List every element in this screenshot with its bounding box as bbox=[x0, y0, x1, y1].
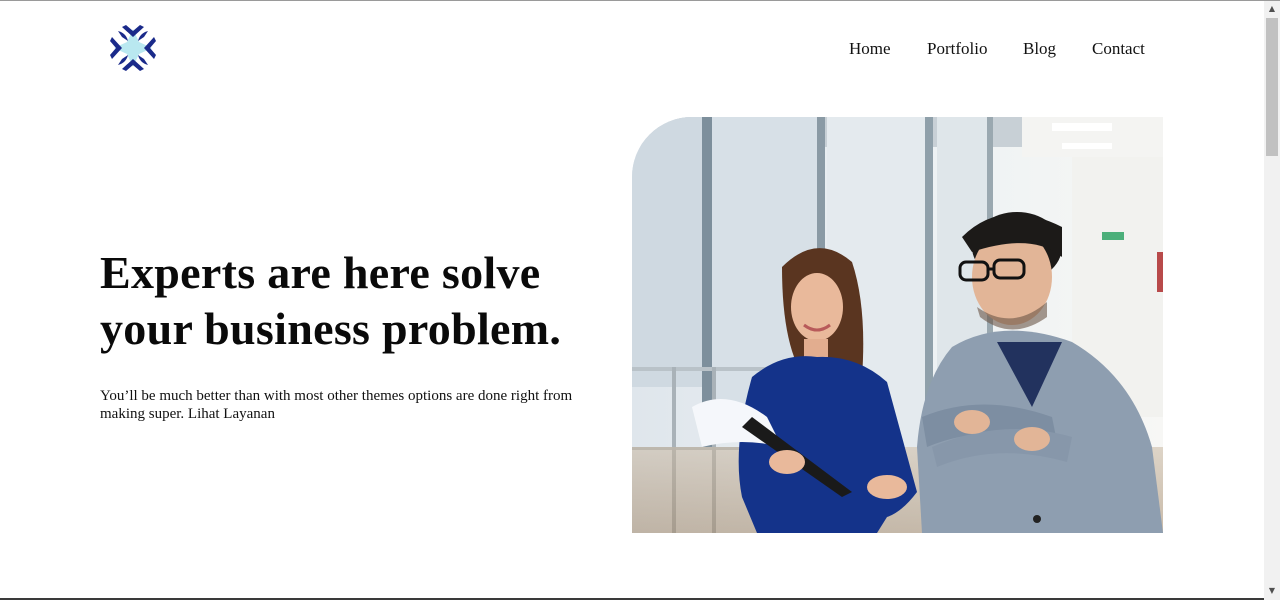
hero-title-line-1: Experts are here solve bbox=[100, 247, 541, 298]
office-photo-illustration bbox=[632, 117, 1163, 533]
page: Home Portfolio Blog Contact Experts are … bbox=[0, 1, 1264, 598]
nav-blog-link[interactable]: Blog bbox=[1023, 39, 1056, 59]
nav-home-link[interactable]: Home bbox=[849, 39, 891, 59]
hero-image bbox=[632, 117, 1163, 533]
hero-description: You’ll be much better than with most oth… bbox=[100, 388, 573, 422]
hero-title: Experts are here solve your business pro… bbox=[100, 245, 620, 357]
triangle-down-icon[interactable]: ▼ bbox=[1264, 583, 1280, 599]
hero-title-line-2: your business problem. bbox=[100, 303, 562, 354]
nav-portfolio-link[interactable]: Portfolio bbox=[927, 39, 987, 59]
main-nav: Home Portfolio Blog Contact bbox=[0, 39, 1264, 63]
triangle-up-icon[interactable]: ▲ bbox=[1264, 1, 1280, 17]
nav-contact-link[interactable]: Contact bbox=[1092, 39, 1145, 59]
vertical-scrollbar[interactable]: ▲ ▼ bbox=[1264, 1, 1280, 600]
scrollbar-thumb[interactable] bbox=[1266, 18, 1278, 156]
